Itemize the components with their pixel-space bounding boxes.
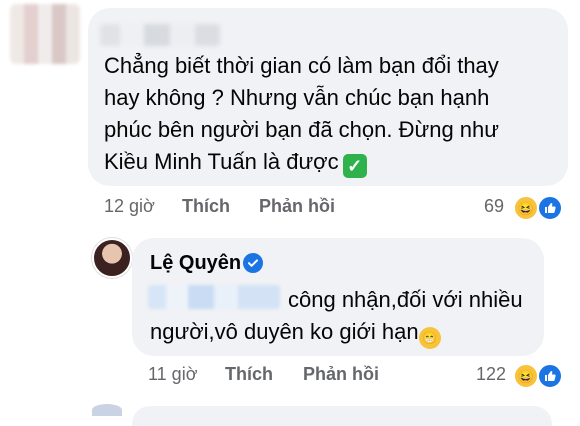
like-reaction-icon [537, 195, 563, 221]
commenter-avatar-blurred[interactable] [10, 4, 80, 64]
haha-reaction-icon: 😆 [513, 363, 539, 389]
reply-link[interactable]: Phản hồi [259, 196, 335, 217]
reply-link[interactable]: Phản hồi [303, 364, 379, 385]
comment-time[interactable]: 12 giờ [104, 196, 155, 216]
next-comment-bubble [132, 406, 552, 426]
like-link[interactable]: Thích [182, 196, 230, 217]
mentioned-user-blurred[interactable] [148, 285, 280, 309]
reaction-count[interactable]: 122 [476, 364, 506, 385]
reply-text-line-2: người,vô duyên ko giới hạn 😁 [150, 316, 441, 349]
author-name[interactable]: Lệ Quyên [150, 252, 241, 275]
reply-actions: 11 giờ [148, 364, 198, 385]
reaction-count[interactable]: 69 [484, 196, 504, 217]
commenter-name-blurred[interactable] [100, 24, 220, 46]
grinning-emoji: 😁 [418, 327, 441, 349]
haha-reaction-icon: 😆 [513, 195, 539, 221]
author-avatar[interactable] [92, 238, 132, 278]
like-reaction-icon [537, 363, 563, 389]
verified-badge-icon [243, 253, 263, 273]
comment-text: Chẳng biết thời gian có làm bạn đổi thay… [104, 53, 499, 178]
next-comment-avatar[interactable] [92, 404, 122, 416]
comment-actions: 12 giờ [104, 196, 155, 217]
check-mark-emoji: ✓ [342, 154, 367, 178]
like-link[interactable]: Thích [225, 364, 273, 385]
reply-text-line-1: công nhận,đối với nhiều [288, 287, 523, 312]
reply-time[interactable]: 11 giờ [148, 364, 198, 384]
